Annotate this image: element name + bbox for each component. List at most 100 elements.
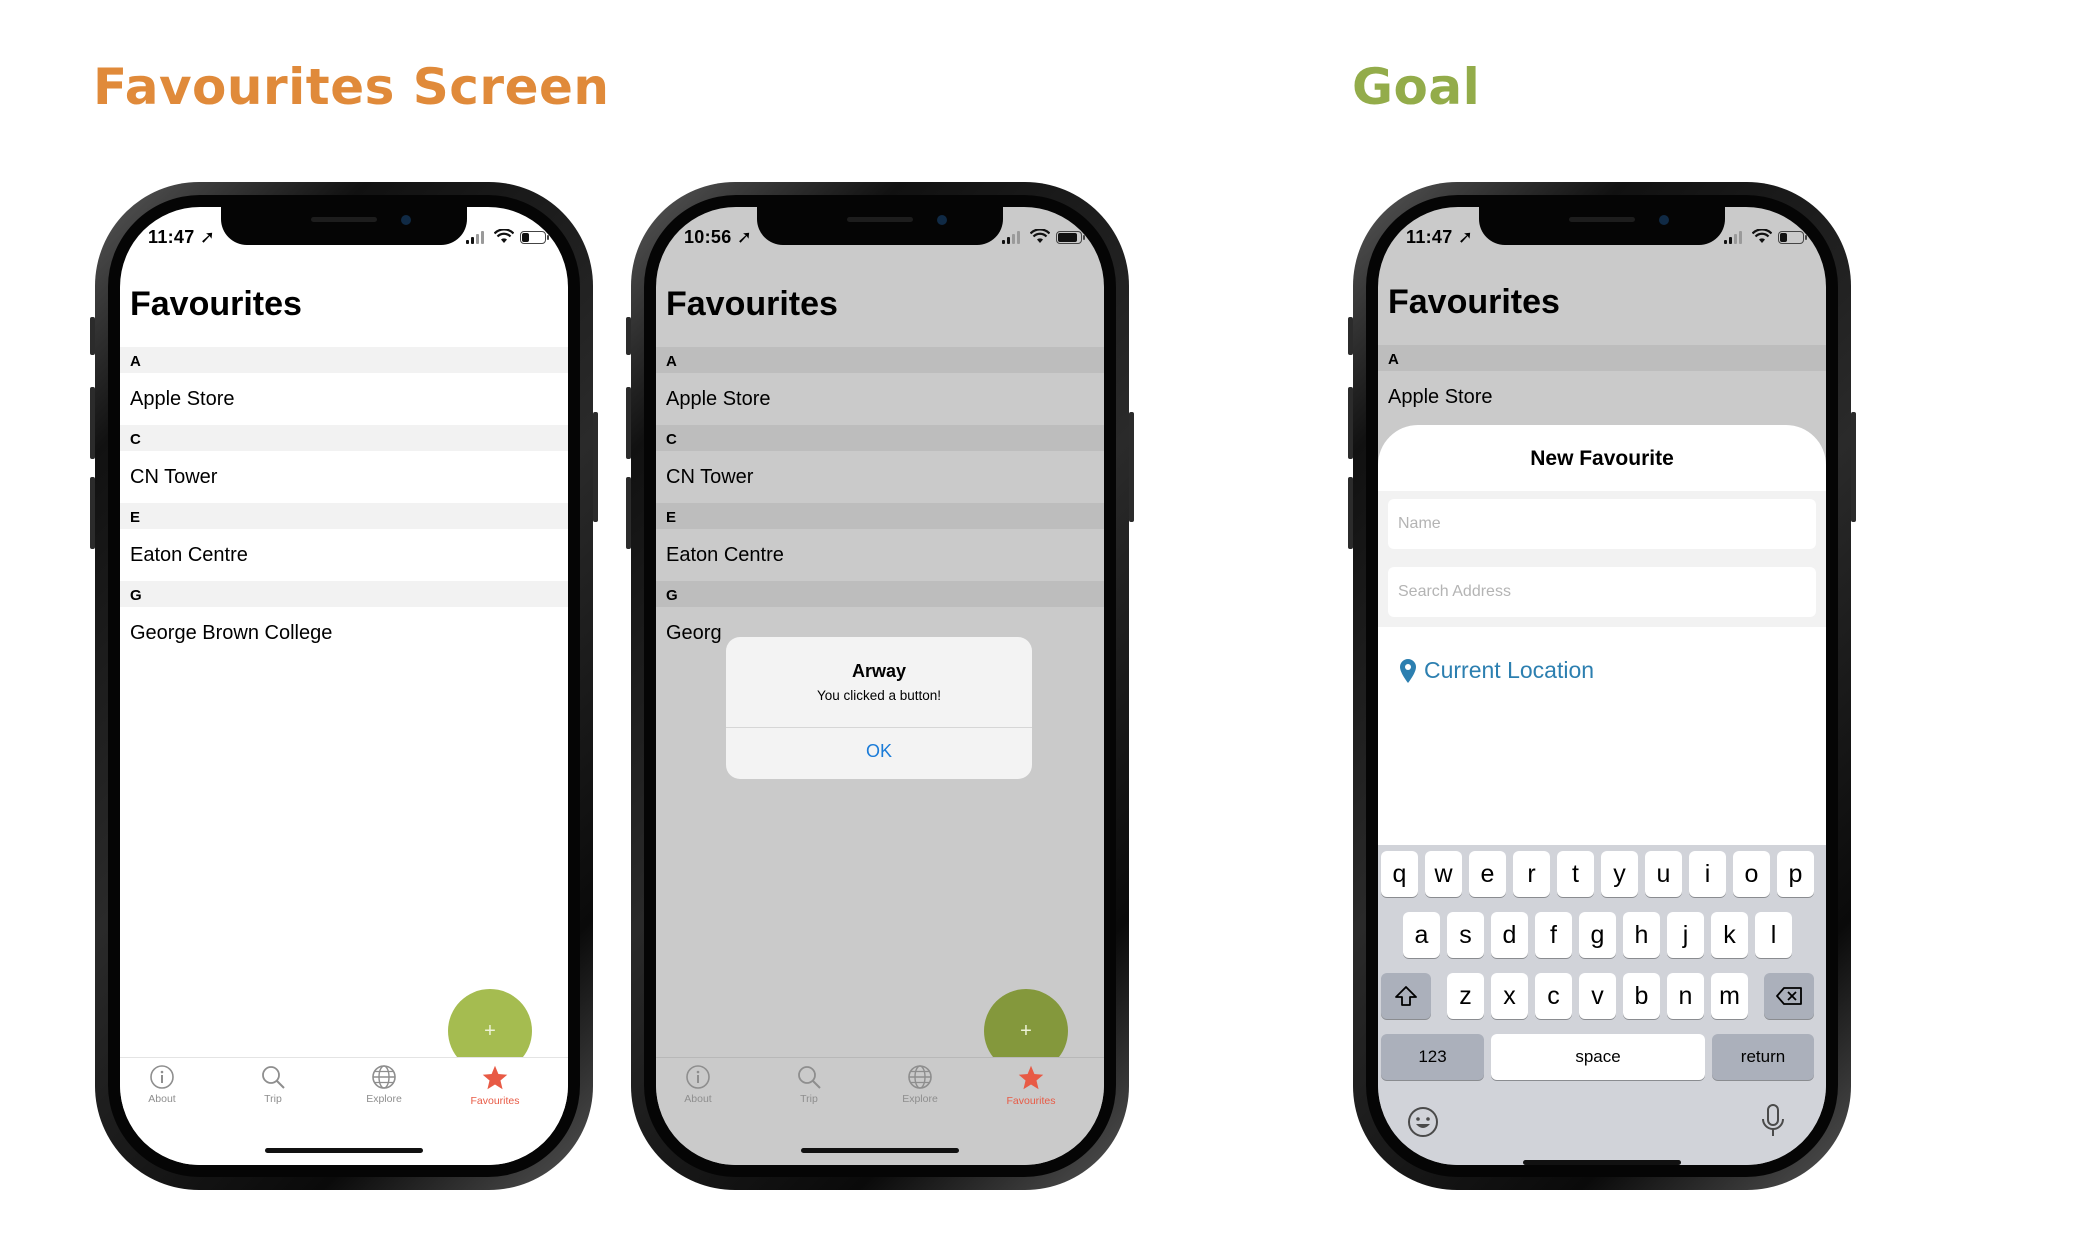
microphone-icon xyxy=(1762,1104,1784,1136)
dictation-button[interactable] xyxy=(1760,1103,1786,1144)
new-favourite-screen: 11:47 ➚ Favourites A Apple Store New Fav… xyxy=(1378,207,1826,1165)
key-h[interactable]: h xyxy=(1623,912,1660,958)
key-t[interactable]: t xyxy=(1557,851,1594,897)
tab-about[interactable]: About xyxy=(120,1064,217,1105)
numbers-key[interactable]: 123 xyxy=(1381,1034,1484,1080)
search-icon xyxy=(262,1066,285,1089)
emoji-icon xyxy=(1408,1107,1438,1137)
key-m[interactable]: m xyxy=(1711,973,1748,1019)
return-key[interactable]: return xyxy=(1712,1034,1814,1080)
favourites-list: A Apple Store C CN Tower E Eaton Centre … xyxy=(656,347,1104,659)
phone-alert: 10:56 ➚ Favourites A Apple Store C CN To… xyxy=(626,182,1134,1190)
shift-icon xyxy=(1395,986,1417,1006)
key-v[interactable]: v xyxy=(1579,973,1616,1019)
alert-ok-button[interactable]: OK xyxy=(726,741,1032,762)
tab-bar: About Trip Explore Favourites xyxy=(120,1057,568,1165)
key-f[interactable]: f xyxy=(1535,912,1572,958)
key-u[interactable]: u xyxy=(1645,851,1682,897)
new-favourite-sheet: New Favourite Current Location xyxy=(1378,425,1826,845)
key-z[interactable]: z xyxy=(1447,973,1484,1019)
key-s[interactable]: s xyxy=(1447,912,1484,958)
key-i[interactable]: i xyxy=(1689,851,1726,897)
list-item[interactable]: George Brown College xyxy=(120,607,568,659)
key-o[interactable]: o xyxy=(1733,851,1770,897)
emoji-button[interactable] xyxy=(1406,1105,1440,1144)
phone-favourites: 11:47 ➚ Favourites A Apple Store C CN To… xyxy=(90,182,598,1190)
key-d[interactable]: d xyxy=(1491,912,1528,958)
key-g[interactable]: g xyxy=(1579,912,1616,958)
key-x[interactable]: x xyxy=(1491,973,1528,1019)
tab-explore[interactable]: Explore xyxy=(329,1064,439,1105)
tab-favourites[interactable]: Favourites xyxy=(976,1064,1086,1107)
status-time: 11:47 ➚ xyxy=(148,227,216,247)
status-time: 10:56 ➚ xyxy=(684,227,753,247)
section-header: A xyxy=(656,347,1104,373)
section-header: G xyxy=(656,581,1104,607)
status-time: 11:47 ➚ xyxy=(1406,227,1474,247)
key-y[interactable]: y xyxy=(1601,851,1638,897)
section-header: E xyxy=(656,503,1104,529)
tab-bar: About Trip Explore Favourites xyxy=(656,1057,1104,1165)
key-c[interactable]: c xyxy=(1535,973,1572,1019)
wifi-icon xyxy=(1752,229,1772,243)
current-location-button[interactable]: Current Location xyxy=(1400,657,1594,684)
home-indicator xyxy=(265,1148,423,1153)
shift-key[interactable] xyxy=(1381,973,1431,1019)
delete-key[interactable] xyxy=(1764,973,1814,1019)
tab-trip[interactable]: Trip xyxy=(218,1064,328,1105)
favourites-list: A Apple Store C CN Tower E Eaton Centre … xyxy=(120,347,568,659)
status-bar: 11:47 ➚ xyxy=(120,225,568,253)
tab-trip[interactable]: Trip xyxy=(754,1064,864,1105)
home-indicator xyxy=(1523,1160,1681,1165)
favourites-screen-heading: Favourites Screen xyxy=(93,58,610,116)
phone-goal: 11:47 ➚ Favourites A Apple Store New Fav… xyxy=(1348,182,1856,1190)
wifi-icon xyxy=(494,229,514,243)
signal-icon xyxy=(466,231,484,244)
backspace-icon xyxy=(1776,987,1802,1005)
key-r[interactable]: r xyxy=(1513,851,1550,897)
signal-icon xyxy=(1002,231,1020,244)
star-icon xyxy=(1018,1065,1044,1090)
list-item[interactable]: CN Tower xyxy=(656,451,1104,503)
status-bar: 11:47 ➚ xyxy=(1378,225,1826,253)
name-input[interactable] xyxy=(1388,499,1816,549)
list-item[interactable]: CN Tower xyxy=(120,451,568,503)
battery-icon xyxy=(1778,231,1807,244)
page-title: Favourites xyxy=(1388,283,1560,321)
key-a[interactable]: a xyxy=(1403,912,1440,958)
tab-about[interactable]: About xyxy=(656,1064,753,1105)
page-title: Favourites xyxy=(130,285,302,323)
name-field-row xyxy=(1378,491,1826,559)
status-bar: 10:56 ➚ xyxy=(656,225,1104,253)
key-l[interactable]: l xyxy=(1755,912,1792,958)
tab-explore[interactable]: Explore xyxy=(865,1064,975,1105)
section-header: E xyxy=(120,503,568,529)
key-w[interactable]: w xyxy=(1425,851,1462,897)
favourites-list: A Apple Store xyxy=(1378,345,1826,423)
wifi-icon xyxy=(1030,229,1050,243)
key-e[interactable]: e xyxy=(1469,851,1506,897)
key-b[interactable]: b xyxy=(1623,973,1660,1019)
list-item[interactable]: Apple Store xyxy=(120,373,568,425)
list-item[interactable]: Eaton Centre xyxy=(120,529,568,581)
space-key[interactable]: space xyxy=(1491,1034,1705,1080)
key-q[interactable]: q xyxy=(1381,851,1418,897)
search-address-input[interactable] xyxy=(1388,567,1816,617)
key-p[interactable]: p xyxy=(1777,851,1814,897)
key-n[interactable]: n xyxy=(1667,973,1704,1019)
key-j[interactable]: j xyxy=(1667,912,1704,958)
alert-message: You clicked a button! xyxy=(816,688,942,703)
tab-favourites[interactable]: Favourites xyxy=(440,1064,550,1107)
battery-icon xyxy=(520,231,549,244)
section-header: A xyxy=(120,347,568,373)
goal-heading: Goal xyxy=(1352,58,1481,116)
home-indicator xyxy=(801,1148,959,1153)
section-header: C xyxy=(120,425,568,451)
key-k[interactable]: k xyxy=(1711,912,1748,958)
star-icon xyxy=(482,1065,508,1090)
list-item[interactable]: Eaton Centre xyxy=(656,529,1104,581)
list-item[interactable]: Apple Store xyxy=(1378,371,1826,423)
section-header: C xyxy=(656,425,1104,451)
list-item[interactable]: Apple Store xyxy=(656,373,1104,425)
info-icon xyxy=(150,1065,174,1089)
